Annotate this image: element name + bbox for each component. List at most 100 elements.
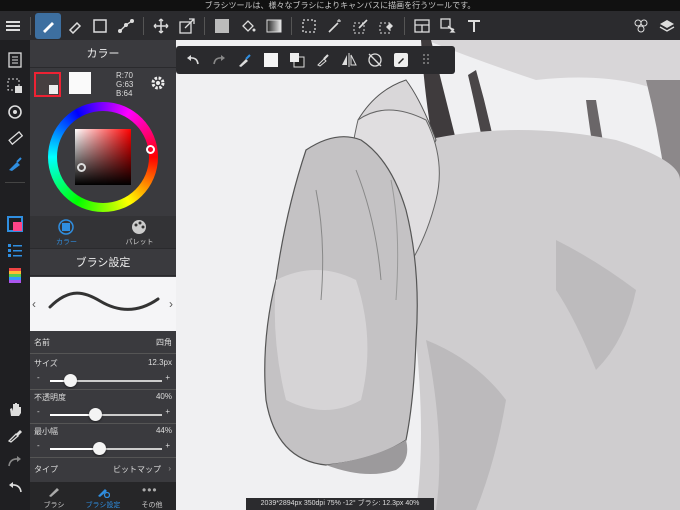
chevron-right-icon: › [168, 464, 171, 473]
saturation-value-square[interactable] [75, 129, 131, 185]
canvas-info-bar: 2039*2894px 350dpi 75% -12° ブラシ: 12.3px … [246, 498, 434, 510]
tab-palette-label: パレット [125, 239, 154, 246]
grip-handle-icon[interactable] [414, 47, 440, 73]
size-plus-button[interactable]: + [165, 373, 170, 382]
brush-name-label: 名前 [34, 338, 50, 347]
left-sidebar [0, 40, 30, 510]
select-eraser-icon[interactable] [374, 13, 400, 39]
opacity-slider-knob[interactable] [88, 408, 102, 421]
flip-horizontal-icon[interactable] [336, 47, 362, 73]
palette-bar-icon[interactable] [3, 264, 27, 288]
tab-color[interactable]: カラー [30, 216, 103, 248]
vector-tool-icon[interactable] [113, 13, 139, 39]
size-slider[interactable]: - + [30, 371, 176, 389]
undo-icon[interactable] [180, 47, 206, 73]
clear-layer-icon[interactable] [258, 47, 284, 73]
min-width-value: 44% [155, 426, 172, 435]
brush-settings-icon [98, 489, 110, 498]
chevron-left-icon[interactable]: ‹ [32, 297, 36, 311]
select-pen-icon[interactable] [348, 13, 374, 39]
rgb-b-value: B:64 [116, 89, 133, 98]
layers-icon[interactable] [654, 13, 680, 39]
snap-off-icon[interactable] [362, 47, 388, 73]
redo-icon[interactable] [206, 47, 232, 73]
size-minus-button[interactable]: - [37, 373, 40, 382]
select-area-icon[interactable] [3, 74, 27, 98]
brush-type-row[interactable]: タイプ ビットマップ › [30, 464, 176, 478]
min-width-slider-knob[interactable] [93, 442, 107, 455]
opacity-value: 40% [155, 392, 172, 401]
opacity-minus-button[interactable]: - [37, 407, 40, 416]
ruler-icon[interactable] [3, 126, 27, 150]
brush-preview[interactable]: ‹ › [30, 277, 176, 331]
redo-icon[interactable] [3, 449, 27, 473]
opacity-plus-button[interactable]: + [165, 407, 170, 416]
tab-brush-label: ブラシ [43, 502, 65, 509]
artwork [176, 40, 680, 510]
layer-list-icon[interactable] [3, 238, 27, 262]
color-picker-knob[interactable] [77, 163, 86, 172]
min-width-label: 最小幅 [34, 427, 58, 436]
palette-icon [132, 220, 146, 234]
fill-color-icon[interactable] [209, 13, 235, 39]
materials-icon[interactable] [628, 13, 654, 39]
type-label: タイプ [34, 465, 58, 474]
text-tool-icon[interactable] [461, 13, 487, 39]
operation-tool-icon[interactable] [435, 13, 461, 39]
page-manager-icon[interactable] [3, 48, 27, 72]
size-slider-knob[interactable] [64, 374, 78, 387]
color-wheel[interactable] [48, 102, 158, 212]
eyedropper-icon[interactable] [310, 47, 336, 73]
brush-tool-icon[interactable] [35, 12, 61, 39]
eraser-tool-icon[interactable] [61, 13, 87, 39]
chevron-right-icon[interactable]: › [169, 297, 173, 311]
brush-name-row[interactable]: 名前 四角 [30, 337, 176, 351]
rgb-g-value: G:63 [116, 80, 134, 89]
hue-ring-knob[interactable] [146, 145, 155, 154]
tab-other-label: その他 [141, 502, 163, 509]
transform-tool-icon[interactable] [174, 13, 200, 39]
opacity-label: 不透明度 [34, 393, 66, 402]
tab-brush[interactable]: ブラシ [30, 482, 78, 510]
magic-wand-icon[interactable] [322, 13, 348, 39]
size-value: 12.3px [147, 358, 172, 367]
brush-stroke-preview [48, 291, 160, 311]
frame-divider-icon[interactable] [409, 13, 435, 39]
tab-other[interactable]: ••• その他 [128, 482, 176, 510]
min-width-slider[interactable]: - + [30, 439, 176, 457]
drawing-canvas[interactable] [176, 40, 680, 510]
tab-brush-settings-label: ブラシ設定 [85, 502, 121, 509]
rgb-r-value: R:70 [116, 71, 133, 80]
brush-panel-icon[interactable] [3, 152, 27, 176]
eyedropper-icon[interactable] [3, 423, 27, 447]
color-panel-title: カラー [30, 40, 176, 68]
color-panel-icon[interactable] [3, 212, 27, 236]
swap-colors-icon[interactable] [284, 47, 310, 73]
bucket-tool-icon[interactable] [235, 13, 261, 39]
secondary-color-swatch[interactable] [69, 72, 91, 94]
floating-toolbar [176, 46, 455, 74]
color-settings-gear-icon[interactable] [150, 75, 166, 96]
gradient-tool-icon[interactable] [261, 13, 287, 39]
hand-tool-icon[interactable] [3, 397, 27, 421]
primary-color-swatch[interactable] [34, 72, 61, 97]
status-bar: ブラシツールは、様々なブラシによりキャンバスに描画を行うツールです。 [0, 0, 680, 11]
rectangle-tool-icon[interactable] [87, 13, 113, 39]
select-tool-icon[interactable] [296, 13, 322, 39]
move-tool-icon[interactable] [148, 13, 174, 39]
side-panel: カラー R:70 G:63 B:64 カラー パレット ブラシ設定 ‹ › 名前… [30, 40, 176, 510]
menu-icon[interactable] [0, 13, 26, 39]
tab-palette[interactable]: パレット [103, 216, 176, 248]
min-width-minus-button[interactable]: - [37, 441, 40, 450]
min-width-plus-button[interactable]: + [165, 441, 170, 450]
edit-layer-icon[interactable] [388, 47, 414, 73]
rotate-canvas-icon[interactable] [3, 100, 27, 124]
opacity-slider[interactable]: - + [30, 405, 176, 423]
transparent-color-icon[interactable] [232, 47, 258, 73]
size-label: サイズ [34, 359, 58, 368]
min-width-slider-fill [50, 448, 100, 450]
type-value: ビットマップ [113, 465, 161, 474]
more-icon: ••• [142, 483, 158, 497]
tab-brush-settings[interactable]: ブラシ設定 [78, 482, 128, 510]
undo-icon[interactable] [3, 475, 27, 499]
